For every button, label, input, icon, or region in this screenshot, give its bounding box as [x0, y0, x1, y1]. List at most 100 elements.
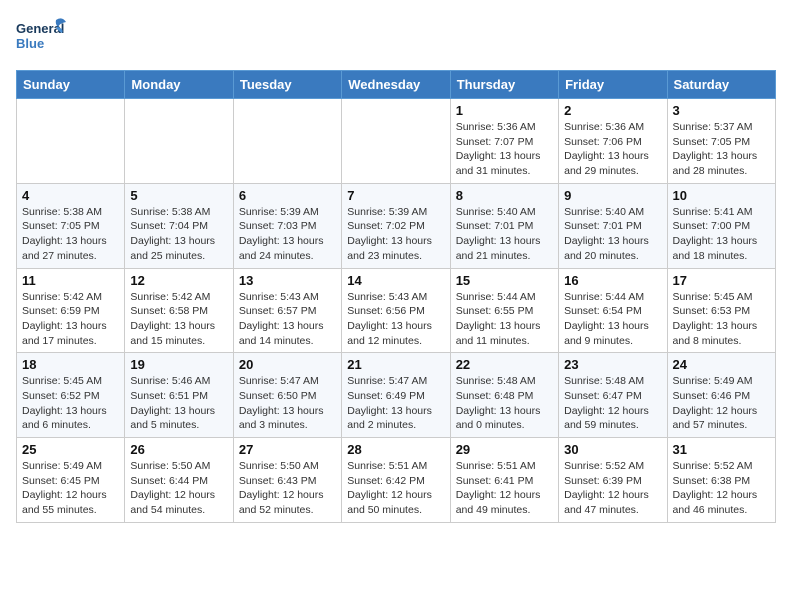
calendar-week-row-2: 4 Sunrise: 5:38 AM Sunset: 7:05 PM Daylig…: [17, 183, 776, 268]
day-number: 30: [564, 442, 661, 457]
calendar-cell: 22 Sunrise: 5:48 AM Sunset: 6:48 PM Dayli…: [450, 353, 558, 438]
day-number: 4: [22, 188, 119, 203]
day-detail: Sunrise: 5:47 AM Sunset: 6:50 PM Dayligh…: [239, 374, 336, 433]
calendar-cell: 9 Sunrise: 5:40 AM Sunset: 7:01 PM Daylig…: [559, 183, 667, 268]
calendar-cell: 2 Sunrise: 5:36 AM Sunset: 7:06 PM Daylig…: [559, 99, 667, 184]
day-number: 18: [22, 357, 119, 372]
calendar-cell: 24 Sunrise: 5:49 AM Sunset: 6:46 PM Dayli…: [667, 353, 775, 438]
calendar-cell: 3 Sunrise: 5:37 AM Sunset: 7:05 PM Daylig…: [667, 99, 775, 184]
day-number: 29: [456, 442, 553, 457]
calendar-cell: 12 Sunrise: 5:42 AM Sunset: 6:58 PM Dayli…: [125, 268, 233, 353]
calendar-cell: 8Sunrise: 5:40 AM Sunset: 7:01 PM Daylig…: [450, 183, 558, 268]
calendar-week-row-1: 1 Sunrise: 5:36 AM Sunset: 7:07 PM Daylig…: [17, 99, 776, 184]
day-number: 12: [130, 273, 227, 288]
calendar-table: SundayMondayTuesdayWednesdayThursdayFrid…: [16, 70, 776, 523]
day-detail: Sunrise: 5:36 AM Sunset: 7:06 PM Dayligh…: [564, 120, 661, 179]
day-number: 23: [564, 357, 661, 372]
calendar-cell: 23Sunrise: 5:48 AM Sunset: 6:47 PM Dayli…: [559, 353, 667, 438]
day-detail: Sunrise: 5:36 AM Sunset: 7:07 PM Dayligh…: [456, 120, 553, 179]
day-detail: Sunrise: 5:39 AM Sunset: 7:03 PM Dayligh…: [239, 205, 336, 264]
day-detail: Sunrise: 5:49 AM Sunset: 6:45 PM Dayligh…: [22, 459, 119, 518]
day-detail: Sunrise: 5:47 AM Sunset: 6:49 PM Dayligh…: [347, 374, 444, 433]
day-number: 7: [347, 188, 444, 203]
day-detail: Sunrise: 5:50 AM Sunset: 6:44 PM Dayligh…: [130, 459, 227, 518]
day-number: 22: [456, 357, 553, 372]
day-detail: Sunrise: 5:49 AM Sunset: 6:46 PM Dayligh…: [673, 374, 770, 433]
weekday-header-friday: Friday: [559, 71, 667, 99]
weekday-header-thursday: Thursday: [450, 71, 558, 99]
calendar-cell: 4 Sunrise: 5:38 AM Sunset: 7:05 PM Daylig…: [17, 183, 125, 268]
day-detail: Sunrise: 5:44 AM Sunset: 6:54 PM Dayligh…: [564, 290, 661, 349]
calendar-cell: 21 Sunrise: 5:47 AM Sunset: 6:49 PM Dayli…: [342, 353, 450, 438]
day-detail: Sunrise: 5:46 AM Sunset: 6:51 PM Dayligh…: [130, 374, 227, 433]
day-detail: Sunrise: 5:45 AM Sunset: 6:53 PM Dayligh…: [673, 290, 770, 349]
day-number: 19: [130, 357, 227, 372]
calendar-cell: 5 Sunrise: 5:38 AM Sunset: 7:04 PM Daylig…: [125, 183, 233, 268]
day-detail: Sunrise: 5:38 AM Sunset: 7:04 PM Dayligh…: [130, 205, 227, 264]
weekday-header-tuesday: Tuesday: [233, 71, 341, 99]
day-number: 3: [673, 103, 770, 118]
day-detail: Sunrise: 5:51 AM Sunset: 6:41 PM Dayligh…: [456, 459, 553, 518]
day-number: 21: [347, 357, 444, 372]
calendar-cell: 19 Sunrise: 5:46 AM Sunset: 6:51 PM Dayli…: [125, 353, 233, 438]
day-number: 5: [130, 188, 227, 203]
day-number: 14: [347, 273, 444, 288]
day-detail: Sunrise: 5:41 AM Sunset: 7:00 PM Dayligh…: [673, 205, 770, 264]
weekday-header-saturday: Saturday: [667, 71, 775, 99]
day-number: 26: [130, 442, 227, 457]
day-detail: Sunrise: 5:51 AM Sunset: 6:42 PM Dayligh…: [347, 459, 444, 518]
calendar-cell: 6 Sunrise: 5:39 AM Sunset: 7:03 PM Daylig…: [233, 183, 341, 268]
calendar-cell: 27 Sunrise: 5:50 AM Sunset: 6:43 PM Dayli…: [233, 438, 341, 523]
calendar-cell: 30 Sunrise: 5:52 AM Sunset: 6:39 PM Dayli…: [559, 438, 667, 523]
calendar-cell: 28Sunrise: 5:51 AM Sunset: 6:42 PM Dayli…: [342, 438, 450, 523]
day-detail: Sunrise: 5:40 AM Sunset: 7:01 PM Dayligh…: [456, 205, 553, 264]
logo: General Blue: [16, 16, 68, 58]
day-number: 6: [239, 188, 336, 203]
calendar-week-row-4: 18 Sunrise: 5:45 AM Sunset: 6:52 PM Dayli…: [17, 353, 776, 438]
day-detail: Sunrise: 5:42 AM Sunset: 6:58 PM Dayligh…: [130, 290, 227, 349]
calendar-cell: 11Sunrise: 5:42 AM Sunset: 6:59 PM Dayli…: [17, 268, 125, 353]
logo-icon: General Blue: [16, 16, 68, 58]
day-number: 9: [564, 188, 661, 203]
day-detail: Sunrise: 5:43 AM Sunset: 6:56 PM Dayligh…: [347, 290, 444, 349]
day-detail: Sunrise: 5:45 AM Sunset: 6:52 PM Dayligh…: [22, 374, 119, 433]
calendar-cell: 29 Sunrise: 5:51 AM Sunset: 6:41 PM Dayli…: [450, 438, 558, 523]
calendar-cell: [233, 99, 341, 184]
weekday-header-wednesday: Wednesday: [342, 71, 450, 99]
calendar-cell: 26 Sunrise: 5:50 AM Sunset: 6:44 PM Dayli…: [125, 438, 233, 523]
day-number: 27: [239, 442, 336, 457]
calendar-cell: 13 Sunrise: 5:43 AM Sunset: 6:57 PM Dayli…: [233, 268, 341, 353]
day-detail: Sunrise: 5:37 AM Sunset: 7:05 PM Dayligh…: [673, 120, 770, 179]
calendar-cell: [125, 99, 233, 184]
logo-container: General Blue: [16, 16, 68, 58]
calendar-cell: 1 Sunrise: 5:36 AM Sunset: 7:07 PM Daylig…: [450, 99, 558, 184]
day-number: 11: [22, 273, 119, 288]
day-number: 13: [239, 273, 336, 288]
weekday-header-row: SundayMondayTuesdayWednesdayThursdayFrid…: [17, 71, 776, 99]
day-number: 20: [239, 357, 336, 372]
day-number: 31: [673, 442, 770, 457]
svg-text:Blue: Blue: [16, 36, 44, 51]
calendar-week-row-3: 11Sunrise: 5:42 AM Sunset: 6:59 PM Dayli…: [17, 268, 776, 353]
calendar-cell: 31Sunrise: 5:52 AM Sunset: 6:38 PM Dayli…: [667, 438, 775, 523]
calendar-cell: 18 Sunrise: 5:45 AM Sunset: 6:52 PM Dayli…: [17, 353, 125, 438]
day-number: 24: [673, 357, 770, 372]
page-header: General Blue: [16, 16, 776, 58]
calendar-cell: 16Sunrise: 5:44 AM Sunset: 6:54 PM Dayli…: [559, 268, 667, 353]
day-detail: Sunrise: 5:40 AM Sunset: 7:01 PM Dayligh…: [564, 205, 661, 264]
calendar-cell: 20 Sunrise: 5:47 AM Sunset: 6:50 PM Dayli…: [233, 353, 341, 438]
day-detail: Sunrise: 5:50 AM Sunset: 6:43 PM Dayligh…: [239, 459, 336, 518]
day-number: 10: [673, 188, 770, 203]
day-detail: Sunrise: 5:43 AM Sunset: 6:57 PM Dayligh…: [239, 290, 336, 349]
weekday-header-sunday: Sunday: [17, 71, 125, 99]
day-number: 1: [456, 103, 553, 118]
day-detail: Sunrise: 5:44 AM Sunset: 6:55 PM Dayligh…: [456, 290, 553, 349]
day-number: 15: [456, 273, 553, 288]
day-number: 2: [564, 103, 661, 118]
day-detail: Sunrise: 5:48 AM Sunset: 6:48 PM Dayligh…: [456, 374, 553, 433]
calendar-cell: 10 Sunrise: 5:41 AM Sunset: 7:00 PM Dayli…: [667, 183, 775, 268]
day-detail: Sunrise: 5:52 AM Sunset: 6:39 PM Dayligh…: [564, 459, 661, 518]
calendar-cell: 17Sunrise: 5:45 AM Sunset: 6:53 PM Dayli…: [667, 268, 775, 353]
calendar-week-row-5: 25Sunrise: 5:49 AM Sunset: 6:45 PM Dayli…: [17, 438, 776, 523]
day-detail: Sunrise: 5:38 AM Sunset: 7:05 PM Dayligh…: [22, 205, 119, 264]
